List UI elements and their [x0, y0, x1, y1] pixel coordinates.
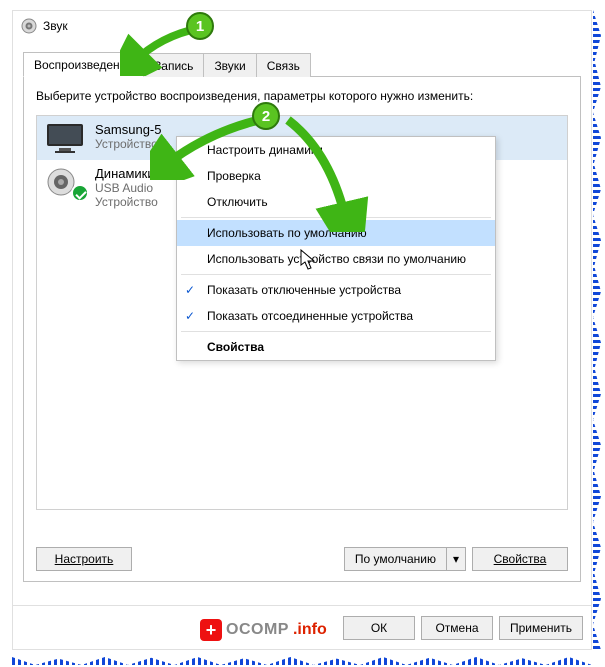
- watermark: + OCOMP.info: [200, 619, 327, 641]
- titlebar[interactable]: Звук: [13, 11, 591, 41]
- tab-button-row: Настроить По умолчанию ▾ Свойства: [36, 547, 568, 571]
- tab-sounds[interactable]: Звуки: [203, 53, 256, 77]
- check-icon: ✓: [185, 283, 195, 297]
- menu-properties[interactable]: Свойства: [177, 334, 495, 360]
- instruction-text: Выберите устройство воспроизведения, пар…: [36, 89, 568, 103]
- window-title: Звук: [43, 19, 68, 33]
- cursor-icon: [300, 249, 318, 271]
- torn-edge-right: [593, 10, 601, 650]
- device-name: Динамики: [95, 166, 158, 181]
- device-status: Устройство: [95, 195, 158, 209]
- tab-communications[interactable]: Связь: [256, 53, 311, 77]
- speaker-device-icon: [45, 166, 85, 198]
- tab-bar: Воспроизведение Запись Звуки Связь: [23, 51, 581, 77]
- menu-show-disconnected[interactable]: ✓Показать отсоединенные устройства: [177, 303, 495, 329]
- apply-button[interactable]: Применить: [499, 616, 583, 640]
- watermark-suffix: .info: [293, 621, 327, 639]
- menu-separator: [181, 331, 491, 332]
- monitor-icon: [45, 122, 85, 154]
- properties-button[interactable]: Свойства: [472, 547, 568, 571]
- watermark-brand: OCOMP: [226, 621, 289, 639]
- set-default-button[interactable]: По умолчанию: [344, 547, 446, 571]
- configure-button[interactable]: Настроить: [36, 547, 132, 571]
- set-default-dropdown[interactable]: ▾: [446, 547, 466, 571]
- menu-set-default-comm[interactable]: Использовать устройство связи по умолчан…: [177, 246, 495, 272]
- torn-edge-bottom: [12, 657, 592, 665]
- cancel-button[interactable]: Отмена: [421, 616, 493, 640]
- plus-icon: +: [200, 619, 222, 641]
- annotation-bubble-1: 1: [186, 12, 214, 40]
- ok-button[interactable]: ОК: [343, 616, 415, 640]
- device-driver: USB Audio: [95, 181, 158, 195]
- check-icon: ✓: [185, 309, 195, 323]
- default-badge-icon: [71, 184, 89, 202]
- annotation-bubble-2: 2: [252, 102, 280, 130]
- menu-separator: [181, 274, 491, 275]
- annotation-arrow-2b: [280, 112, 370, 232]
- speaker-icon: [21, 18, 37, 34]
- set-default-split-button[interactable]: По умолчанию ▾: [344, 547, 466, 571]
- menu-show-disabled[interactable]: ✓Показать отключенные устройства: [177, 277, 495, 303]
